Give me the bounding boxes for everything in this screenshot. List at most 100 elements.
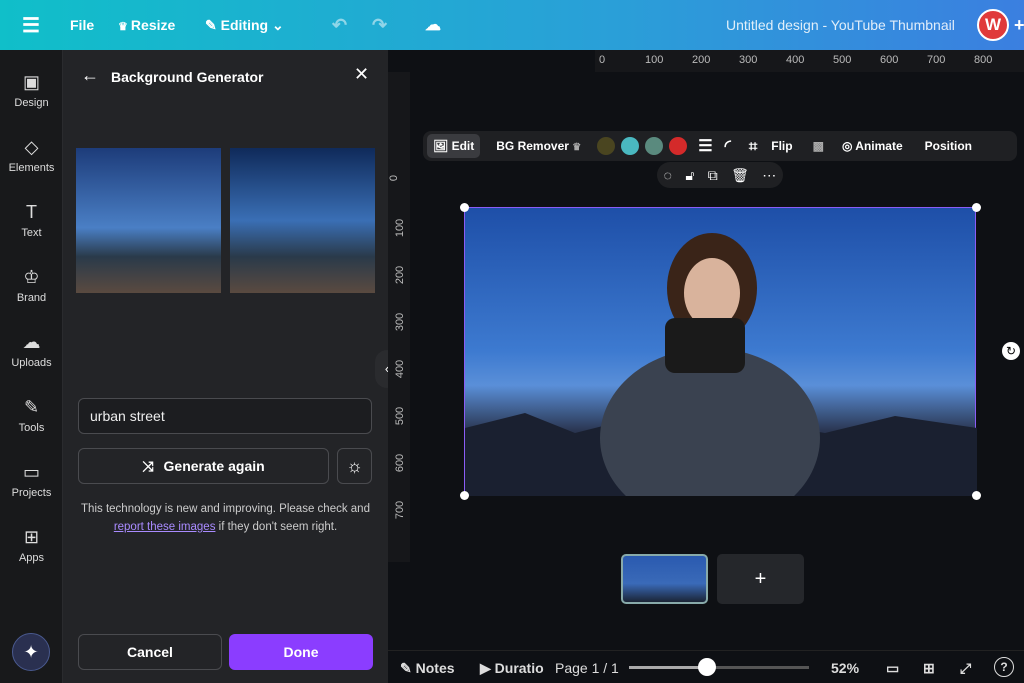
page-thumbnail[interactable]	[621, 554, 708, 604]
fullscreen-icon[interactable]: ⤢	[960, 660, 971, 677]
generated-image-1[interactable]	[76, 148, 221, 293]
notes-button[interactable]: ✎ Notes	[400, 660, 455, 677]
zoom-slider-fill	[629, 666, 707, 669]
zoom-slider[interactable]	[629, 658, 809, 676]
play-icon: ▶	[480, 660, 495, 676]
transparency-icon[interactable]: ▩	[813, 139, 824, 153]
ruler-tick: 700	[394, 500, 407, 520]
sidebar-item-projects[interactable]: ▭ Projects	[0, 462, 63, 499]
ruler-tick: 0	[599, 54, 606, 66]
sparkle-icon: ✦	[23, 642, 39, 662]
menu-icon[interactable]: ☰	[22, 13, 40, 38]
notice: This technology is new and improving. Pl…	[81, 503, 370, 515]
page-view-icon[interactable]: ▭	[886, 660, 899, 677]
more-icon[interactable]: ⋯	[762, 167, 776, 184]
panel-title: Background Generator	[111, 69, 264, 85]
rotate-icon[interactable]: ↻	[1002, 342, 1020, 360]
duration-button[interactable]: ▶ Duratio	[480, 660, 544, 677]
selected-image[interactable]	[464, 207, 977, 528]
brand-icon: ♔	[23, 267, 40, 287]
resize-handle[interactable]	[972, 491, 981, 500]
duplicate-icon[interactable]: ⧉	[708, 167, 718, 184]
duration-label: Duratio	[494, 660, 544, 676]
ruler-tick: 300	[739, 54, 758, 66]
close-icon[interactable]: ✕	[354, 64, 369, 85]
editing-dropdown[interactable]: ✎ Editing ⌄	[205, 17, 284, 34]
sidebar-label: Uploads	[11, 357, 52, 369]
generated-image-2[interactable]	[230, 148, 375, 293]
crown-icon: ♛	[572, 142, 582, 153]
page-indicator[interactable]: Page 1 / 1	[555, 660, 619, 676]
plus-icon: +	[754, 568, 767, 590]
color-swatch-1[interactable]	[597, 137, 616, 155]
ruler-tick: 400	[786, 54, 805, 66]
resize-handle[interactable]	[972, 203, 981, 212]
photo-content	[465, 233, 977, 528]
color-swatch-4[interactable]	[669, 137, 688, 155]
background-generator-panel: ← Background Generator ✕ urban street ⤨ G…	[63, 50, 388, 683]
sidebar-item-uploads[interactable]: ☁ Uploads	[0, 332, 63, 369]
color-swatch-2[interactable]	[621, 137, 640, 155]
crop-icon[interactable]: ⌗	[749, 138, 757, 155]
undo-icon[interactable]: ↶	[332, 15, 347, 36]
ruler-tick: 100	[645, 54, 664, 66]
report-images-link[interactable]: report these images	[114, 521, 216, 533]
back-arrow-icon[interactable]: ←	[81, 65, 99, 86]
avatar[interactable]: W	[977, 9, 1009, 41]
resize-handle[interactable]	[460, 491, 469, 500]
ruler-tick: 800	[974, 54, 993, 66]
edit-button[interactable]: 🖼 Edit	[427, 134, 481, 158]
magic-assistant-button[interactable]: ✦	[12, 633, 50, 671]
generate-label: Generate again	[163, 458, 265, 474]
resize-handle[interactable]	[460, 203, 469, 212]
ruler-tick: 700	[927, 54, 946, 66]
resize-button[interactable]: ♛ Resize	[118, 17, 175, 33]
grid-view-icon[interactable]: ⊞	[923, 660, 935, 677]
border-style-icon[interactable]: ☰	[698, 136, 712, 156]
zoom-slider-thumb[interactable]	[698, 658, 716, 676]
plus-icon[interactable]: +	[1014, 15, 1024, 36]
sidebar-item-design[interactable]: ▣ Design	[0, 72, 63, 109]
animate-label: Animate	[855, 139, 903, 153]
design-icon: ▣	[22, 72, 40, 92]
lock-icon[interactable]: 🔓︎	[685, 167, 694, 184]
notes-label: Notes	[415, 660, 455, 676]
generate-again-button[interactable]: ⤨ Generate again	[78, 448, 329, 484]
animate-icon: ◎	[841, 139, 856, 153]
sidebar-item-text[interactable]: T Text	[0, 202, 63, 239]
ruler-tick: 600	[394, 453, 407, 473]
redo-icon[interactable]: ↷	[372, 15, 387, 36]
notice-end: if they don't seem right.	[215, 521, 338, 533]
color-swatch-3[interactable]	[645, 137, 664, 155]
help-icon[interactable]: ?	[994, 657, 1014, 677]
trash-icon[interactable]: 🗑︎	[731, 167, 749, 184]
corner-rounding-icon[interactable]: ◜	[725, 136, 731, 156]
comment-add-icon[interactable]: ◌	[664, 167, 672, 183]
file-menu[interactable]: File	[70, 17, 94, 33]
sidebar-item-tools[interactable]: ✎ Tools	[0, 397, 63, 434]
cancel-button[interactable]: Cancel	[78, 634, 222, 670]
animate-button[interactable]: ◎ Animate	[842, 139, 903, 153]
bg-remover-button[interactable]: BG Remover ♛	[496, 139, 581, 153]
image-edit-icon: 🖼	[433, 139, 452, 153]
ruler-tick: 100	[394, 218, 407, 238]
flip-button[interactable]: Flip	[771, 139, 792, 153]
sidebar-item-apps[interactable]: ⊞ Apps	[0, 527, 63, 564]
settings-button[interactable]: ☼	[337, 448, 372, 484]
sidebar-label: Design	[14, 97, 49, 109]
ruler-tick: 300	[394, 312, 407, 332]
done-button[interactable]: Done	[229, 634, 373, 670]
sidebar-item-brand[interactable]: ♔ Brand	[0, 267, 63, 304]
prompt-input[interactable]: urban street	[78, 398, 372, 434]
notice-text: This technology is new and improving. Pl…	[73, 500, 378, 536]
cloud-save-icon[interactable]: ☁	[425, 15, 441, 35]
pencil-icon: ✎	[205, 16, 221, 33]
edit-label: Edit	[451, 139, 475, 153]
design-title[interactable]: Untitled design - YouTube Thumbnail	[726, 17, 955, 33]
position-button[interactable]: Position	[925, 139, 972, 153]
sidebar-item-elements[interactable]: ◇ Elements	[0, 137, 63, 174]
zoom-level[interactable]: 52%	[831, 660, 859, 676]
ruler-tick: 400	[394, 359, 407, 379]
ruler-top: 0 100 200 300 400 500 600 700 800	[595, 50, 1024, 72]
add-page-button[interactable]: +	[717, 554, 804, 604]
